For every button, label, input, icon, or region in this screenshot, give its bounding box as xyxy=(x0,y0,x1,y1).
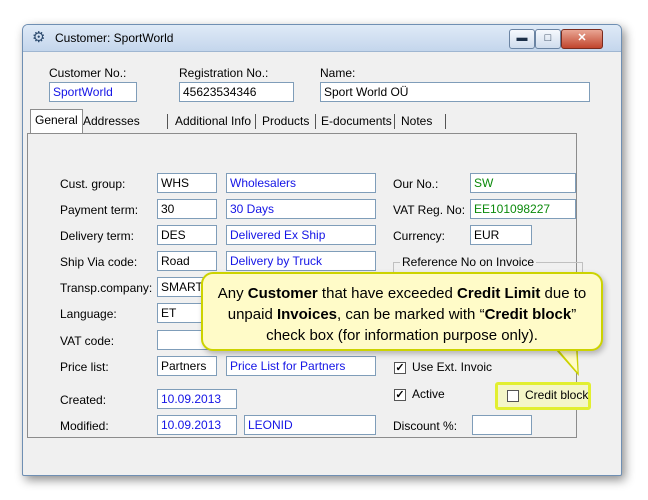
tab-products[interactable]: Products xyxy=(258,111,313,132)
close-button[interactable]: ✕ xyxy=(561,29,603,49)
tab-addresses[interactable]: Addresses xyxy=(79,111,144,132)
tab-separator xyxy=(255,114,256,129)
price-list-label: Price list: xyxy=(60,360,109,374)
vat-code-label: VAT code: xyxy=(60,334,115,348)
price-list-code-field[interactable]: Partners xyxy=(157,356,217,376)
transp-company-label: Transp.company: xyxy=(60,281,153,295)
customer-no-field[interactable]: SportWorld xyxy=(49,82,137,102)
minimize-icon: ▬ xyxy=(516,32,528,44)
maximize-button[interactable]: □ xyxy=(535,29,561,49)
vat-reg-field[interactable]: EE101098227 xyxy=(470,199,576,219)
language-label: Language: xyxy=(60,307,117,321)
callout-text: , can be marked with “ xyxy=(337,306,485,323)
reference-no-group-label: Reference No on Invoice xyxy=(400,255,537,269)
window-title: Customer: SportWorld xyxy=(55,31,174,45)
our-no-label: Our No.: xyxy=(393,177,439,191)
minimize-button[interactable]: ▬ xyxy=(509,29,535,49)
close-icon: ✕ xyxy=(577,32,587,44)
callout-bold: Customer xyxy=(247,285,318,302)
tab-separator xyxy=(445,114,446,129)
title-bar[interactable]: ⚙ Customer: SportWorld ▬ □ ✕ xyxy=(23,25,621,52)
cust-group-label: Cust. group: xyxy=(60,177,126,191)
currency-label: Currency: xyxy=(393,229,446,243)
tab-additional-info[interactable]: Additional Info xyxy=(171,111,255,132)
price-list-desc-field[interactable]: Price List for Partners xyxy=(226,356,376,376)
created-label: Created: xyxy=(60,393,107,407)
registration-no-label: Registration No.: xyxy=(179,66,269,80)
delivery-term-code-field[interactable]: DES xyxy=(157,225,217,245)
delivery-term-label: Delivery term: xyxy=(60,229,135,243)
payment-term-code-field[interactable]: 30 xyxy=(157,199,217,219)
tab-e-documents[interactable]: E-documents xyxy=(317,111,396,132)
modified-by-field[interactable]: LEONID xyxy=(244,415,376,435)
ship-via-code-field[interactable]: Road xyxy=(157,251,217,271)
customer-no-label: Customer No.: xyxy=(49,66,127,80)
registration-no-field[interactable]: 45623534346 xyxy=(179,82,294,102)
callout-text: that have exceeded xyxy=(317,285,458,302)
credit-block-label: Credit block xyxy=(525,388,589,402)
modified-date-field[interactable]: 10.09.2013 xyxy=(157,415,237,435)
callout-bold: Credit Limit xyxy=(457,285,541,302)
currency-field[interactable]: EUR xyxy=(470,225,532,245)
use-ext-invoice-checkbox[interactable]: ✓ xyxy=(394,362,406,374)
callout-bold: Invoices xyxy=(276,306,337,323)
name-field[interactable]: Sport World OÜ xyxy=(320,82,590,102)
callout-bold: Credit block xyxy=(484,306,572,323)
tab-separator xyxy=(394,114,395,129)
active-label: Active xyxy=(412,387,445,401)
ship-via-desc-field[interactable]: Delivery by Truck xyxy=(226,251,376,271)
modified-label: Modified: xyxy=(60,419,109,433)
app-icon: ⚙ xyxy=(32,29,46,46)
tab-separator xyxy=(315,114,316,129)
payment-term-label: Payment term: xyxy=(60,203,139,217)
vat-reg-label: VAT Reg. No: xyxy=(393,203,466,217)
credit-block-checkbox[interactable] xyxy=(507,390,519,402)
use-ext-invoice-label: Use Ext. Invoic xyxy=(412,360,493,374)
payment-term-desc-field[interactable]: 30 Days xyxy=(226,199,376,219)
our-no-field[interactable]: SW xyxy=(470,173,576,193)
callout-text: Any xyxy=(217,285,248,302)
tab-general[interactable]: General xyxy=(30,109,83,134)
cust-group-code-field[interactable]: WHS xyxy=(157,173,217,193)
discount-field[interactable] xyxy=(472,415,532,435)
delivery-term-desc-field[interactable]: Delivered Ex Ship xyxy=(226,225,376,245)
maximize-icon: □ xyxy=(544,32,552,44)
ship-via-label: Ship Via code: xyxy=(60,255,138,269)
tab-separator xyxy=(167,114,168,129)
cust-group-desc-field[interactable]: Wholesalers xyxy=(226,173,376,193)
name-label: Name: xyxy=(320,66,356,80)
annotation-callout: Any Customer that have exceeded Credit L… xyxy=(201,272,603,351)
active-checkbox[interactable]: ✓ xyxy=(394,389,406,401)
discount-label: Discount %: xyxy=(393,419,458,433)
tab-notes[interactable]: Notes xyxy=(397,111,436,132)
created-date-field[interactable]: 10.09.2013 xyxy=(157,389,237,409)
